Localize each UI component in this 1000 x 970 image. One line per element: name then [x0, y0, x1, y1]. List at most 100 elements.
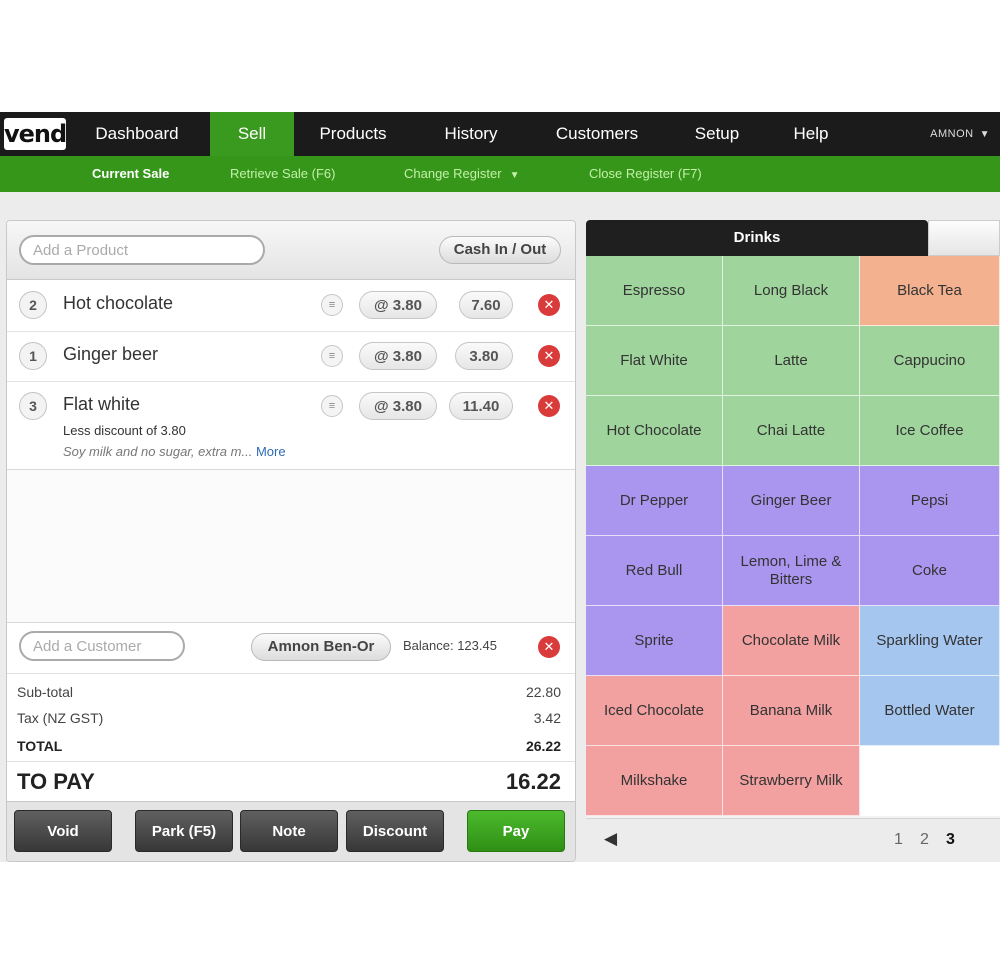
line-note-more-link[interactable]: More	[256, 444, 286, 459]
page-2[interactable]: 2	[920, 831, 929, 849]
line-quantity[interactable]: 2	[19, 291, 47, 319]
sub-navigation: Current Sale Retrieve Sale (F6) Change R…	[0, 156, 1000, 192]
subnav-retrieve-sale[interactable]: Retrieve Sale (F6)	[230, 156, 335, 192]
page-1[interactable]: 1	[894, 831, 903, 849]
divider	[7, 761, 575, 762]
subnav-change-register[interactable]: Change Register ▼	[404, 156, 519, 194]
line-unit-price[interactable]: @ 3.80	[359, 342, 437, 370]
line-unit-price[interactable]: @ 3.80	[359, 291, 437, 319]
remove-circle-icon[interactable]: ✕	[538, 395, 560, 417]
line-product-name: Hot chocolate	[63, 293, 174, 313]
quick-key-empty	[860, 746, 1000, 816]
caret-down-icon: ▼	[979, 129, 990, 140]
sale-line-item[interactable]: 3 Flat white ≡ @ 3.80 11.40 ✕ Less disco…	[7, 381, 575, 469]
add-product-input[interactable]	[19, 235, 265, 265]
note-button[interactable]: Note	[240, 810, 338, 852]
remove-circle-icon[interactable]: ✕	[538, 294, 560, 316]
nav-tab-history[interactable]: History	[426, 112, 516, 156]
line-menu-icon[interactable]: ≡	[321, 294, 343, 316]
subnav-current-sale[interactable]: Current Sale	[92, 156, 169, 192]
sale-line-item[interactable]: 2 Hot chocolate ≡ @ 3.80 7.60 ✕	[7, 279, 575, 332]
line-unit-price[interactable]: @ 3.80	[359, 392, 437, 420]
quick-key-latte[interactable]: Latte	[723, 326, 860, 396]
vend-logo: vend	[4, 118, 67, 150]
cash-in-out-button[interactable]: Cash In / Out	[439, 236, 561, 264]
subnav-change-register-label: Change Register	[404, 166, 502, 181]
line-note-text: Soy milk and no sugar, extra m...	[63, 444, 253, 459]
user-menu[interactable]: AMNON ▼	[930, 112, 990, 157]
sale-line-item[interactable]: 1 Ginger beer ≡ @ 3.80 3.80 ✕	[7, 331, 575, 382]
line-menu-icon[interactable]: ≡	[321, 345, 343, 367]
quick-key-chai-latte[interactable]: Chai Latte	[723, 396, 860, 466]
quick-key-flat-white[interactable]: Flat White	[586, 326, 723, 396]
line-note: Soy milk and no sugar, extra m... More	[63, 444, 286, 459]
subnav-close-register[interactable]: Close Register (F7)	[589, 156, 702, 192]
quick-key-milkshake[interactable]: Milkshake	[586, 746, 723, 816]
user-name: AMNON	[930, 128, 974, 140]
line-product-name: Ginger beer	[63, 344, 159, 364]
customer-row: Amnon Ben-Or Balance: 123.45 ✕	[7, 621, 575, 674]
sale-lines-empty-area	[7, 469, 575, 623]
page-3[interactable]: 3	[946, 831, 955, 849]
remove-circle-icon[interactable]: ✕	[538, 636, 560, 658]
quick-key-iced-chocolate[interactable]: Iced Chocolate	[586, 676, 723, 746]
tax-value: 3.42	[533, 710, 561, 726]
quick-key-sprite[interactable]: Sprite	[586, 606, 723, 676]
customer-name-button[interactable]: Amnon Ben-Or	[251, 633, 391, 661]
quick-key-sparkling-water[interactable]: Sparkling Water	[860, 606, 1000, 676]
tax-label: Tax (NZ GST)	[17, 710, 104, 726]
quick-key-ice-coffee[interactable]: Ice Coffee	[860, 396, 1000, 466]
nav-tab-products[interactable]: Products	[300, 112, 406, 156]
caret-down-icon: ▼	[509, 170, 520, 181]
sale-panel-header: Cash In / Out	[7, 221, 575, 280]
quick-key-strawberry-milk[interactable]: Strawberry Milk	[723, 746, 860, 816]
quick-key-cappucino[interactable]: Cappucino	[860, 326, 1000, 396]
quick-key-banana-milk[interactable]: Banana Milk	[723, 676, 860, 746]
nav-tab-sell[interactable]: Sell	[210, 112, 294, 156]
sale-panel: Cash In / Out 2 Hot chocolate ≡ @ 3.80 7…	[6, 220, 576, 862]
nav-tab-setup[interactable]: Setup	[680, 112, 754, 156]
tab-other[interactable]	[928, 220, 1000, 256]
quick-keys-panel: Drinks Espresso Long Black Black Tea Flat W…	[586, 220, 1000, 860]
to-pay-value: 16.22	[505, 769, 561, 794]
line-quantity[interactable]: 3	[19, 392, 47, 420]
quick-key-bottled-water[interactable]: Bottled Water	[860, 676, 1000, 746]
quick-key-lemon-lime-bitters[interactable]: Lemon, Lime & Bitters	[723, 536, 860, 606]
quick-key-black-tea[interactable]: Black Tea	[860, 256, 1000, 326]
top-navigation: vend Dashboard Sell Products History Cus…	[0, 112, 1000, 156]
total-label: TOTAL	[17, 738, 63, 754]
discount-button[interactable]: Discount	[346, 810, 444, 852]
quick-keys-pager: ◀ 1 2 3	[586, 818, 1000, 860]
triangle-left-icon[interactable]: ◀	[604, 829, 617, 849]
quick-key-dr-pepper[interactable]: Dr Pepper	[586, 466, 723, 536]
void-button[interactable]: Void	[14, 810, 112, 852]
nav-tab-customers[interactable]: Customers	[538, 112, 656, 156]
quick-key-red-bull[interactable]: Red Bull	[586, 536, 723, 606]
nav-tab-dashboard[interactable]: Dashboard	[72, 112, 202, 156]
total-value: 26.22	[525, 738, 561, 754]
subtotal-value: 22.80	[525, 684, 561, 700]
line-menu-icon[interactable]: ≡	[321, 395, 343, 417]
quick-key-chocolate-milk[interactable]: Chocolate Milk	[723, 606, 860, 676]
quick-key-long-black[interactable]: Long Black	[723, 256, 860, 326]
add-customer-input[interactable]	[19, 631, 185, 661]
line-product-name: Flat white	[63, 394, 141, 414]
customer-balance: Balance: 123.45	[403, 638, 497, 653]
park-button[interactable]: Park (F5)	[135, 810, 233, 852]
line-total: 3.80	[455, 342, 513, 370]
line-discount-text: Less discount of 3.80	[63, 423, 186, 438]
line-quantity[interactable]: 1	[19, 342, 47, 370]
quick-key-pepsi[interactable]: Pepsi	[860, 466, 1000, 536]
line-total: 7.60	[459, 291, 513, 319]
line-total: 11.40	[449, 392, 513, 420]
quick-key-coke[interactable]: Coke	[860, 536, 1000, 606]
quick-key-ginger-beer[interactable]: Ginger Beer	[723, 466, 860, 536]
remove-circle-icon[interactable]: ✕	[538, 345, 560, 367]
vend-register-window: vend Dashboard Sell Products History Cus…	[0, 112, 1000, 862]
to-pay-label: TO PAY	[17, 769, 95, 794]
nav-tab-help[interactable]: Help	[778, 112, 844, 156]
pay-button[interactable]: Pay	[467, 810, 565, 852]
quick-key-espresso[interactable]: Espresso	[586, 256, 723, 326]
tab-drinks[interactable]: Drinks	[586, 220, 928, 256]
quick-key-hot-chocolate[interactable]: Hot Chocolate	[586, 396, 723, 466]
